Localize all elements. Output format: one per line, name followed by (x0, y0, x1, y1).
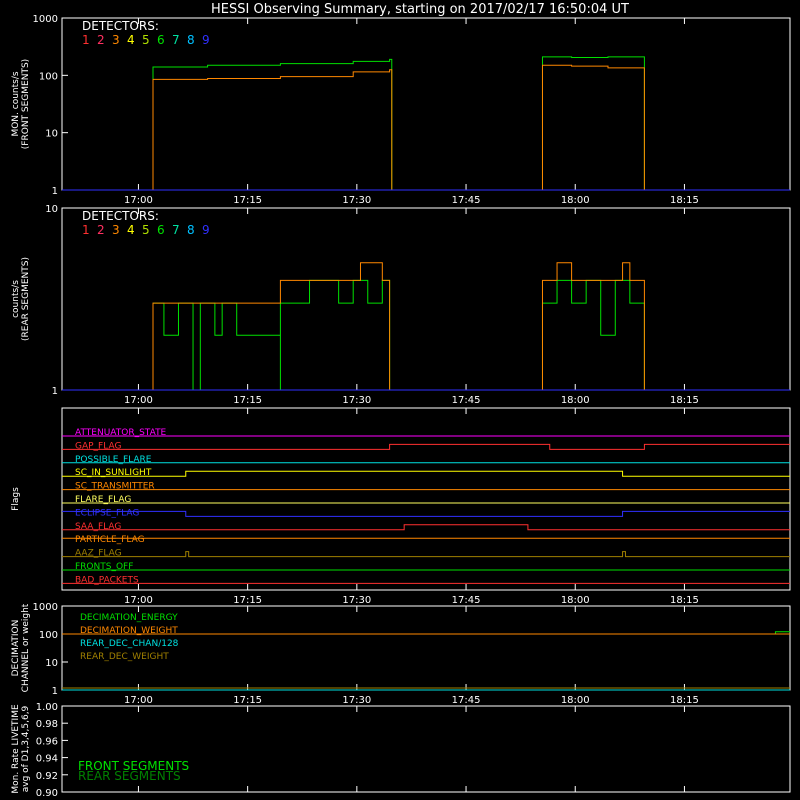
flag-line (62, 443, 790, 450)
legend-detector-5: 5 (142, 223, 150, 237)
decimation-legend-2: DECIMATION_WEIGHT (80, 626, 178, 636)
y-tick-label: 100 (39, 71, 58, 82)
x-tick-label: 17:00 (124, 395, 153, 406)
x-tick-label: 17:45 (452, 595, 481, 606)
y-tick-label: 0.98 (36, 719, 58, 730)
x-tick-label: 17:00 (124, 195, 153, 206)
legend-title: DETECTORS: (82, 209, 159, 223)
x-tick-label: 18:00 (561, 695, 590, 706)
y-tick-label: 0.94 (36, 754, 58, 765)
y-axis-label-front: (FRONT SEGMENTS) (21, 59, 31, 149)
x-tick-label: 18:00 (561, 595, 590, 606)
y-tick-label: 10 (45, 658, 58, 669)
x-tick-label: 17:45 (452, 195, 481, 206)
x-tick-label: 18:00 (561, 195, 590, 206)
y-axis-label-decimation: CHANNEL or weight (21, 603, 31, 692)
series-line-rear (62, 279, 790, 391)
y-axis-label-livetime: Mon. Rate LIVETIME (11, 704, 21, 794)
series-line-front (62, 64, 790, 191)
legend-detector-3: 3 (112, 33, 120, 47)
legend-detector-7: 7 (172, 33, 180, 47)
decimation-legend-4: REAR_DEC_WEIGHT (80, 652, 169, 662)
x-tick-label: 18:15 (670, 395, 699, 406)
y-tick-label: 0.92 (36, 771, 58, 782)
y-axis-label-flags: Flags (11, 487, 21, 511)
x-tick-label: 17:15 (233, 695, 262, 706)
x-tick-label: 17:30 (342, 195, 371, 206)
livetime-legend-2: REAR SEGMENTS (78, 769, 181, 783)
legend-detector-9: 9 (202, 223, 210, 237)
x-tick-label: 18:00 (561, 395, 590, 406)
x-tick-label: 17:45 (452, 395, 481, 406)
legend-detector-7: 7 (172, 223, 180, 237)
y-tick-label: 1 (52, 186, 58, 197)
x-tick-label: 18:15 (670, 695, 699, 706)
legend-detector-4: 4 (127, 223, 135, 237)
x-tick-label: 17:30 (342, 695, 371, 706)
series-line-rear (62, 262, 790, 391)
legend-detector-2: 2 (97, 33, 105, 47)
legend-detector-4: 4 (127, 33, 135, 47)
y-tick-label: 100 (39, 630, 58, 641)
legend-detector-5: 5 (142, 33, 150, 47)
decimation-legend-1: DECIMATION_ENERGY (80, 613, 178, 623)
flag-line (62, 551, 790, 558)
legend-detector-3: 3 (112, 223, 120, 237)
x-tick-label: 17:00 (124, 595, 153, 606)
flag-line (62, 524, 790, 531)
flag-line (62, 510, 790, 517)
chart-title: HESSI Observing Summary, starting on 201… (211, 2, 629, 17)
legend-detector-1: 1 (82, 223, 90, 237)
x-tick-label: 18:15 (670, 595, 699, 606)
panel-frame-3 (61, 407, 791, 591)
y-axis-label-rear: counts/s (11, 280, 21, 318)
series-line-front (62, 56, 790, 191)
legend-detector-1: 1 (82, 33, 90, 47)
x-tick-label: 17:30 (342, 595, 371, 606)
legend-detector-8: 8 (187, 223, 195, 237)
legend-detector-6: 6 (157, 33, 165, 47)
y-tick-label: 10 (45, 129, 58, 140)
y-tick-label: 1 (52, 686, 58, 697)
y-tick-label: 0.96 (36, 736, 58, 747)
y-tick-label: 10 (45, 204, 58, 215)
y-tick-label: 0.90 (36, 788, 58, 799)
legend-title: DETECTORS: (82, 19, 159, 33)
y-axis-label-front: MON. counts/s (11, 71, 21, 136)
y-tick-label: 1.00 (36, 702, 58, 713)
legend-detector-6: 6 (157, 223, 165, 237)
legend-detector-8: 8 (187, 33, 195, 47)
flag-line (62, 470, 790, 477)
decimation-legend-3: REAR_DEC_CHAN/128 (80, 639, 179, 649)
x-tick-label: 17:15 (233, 595, 262, 606)
flag-label: PARTICLE_FLAG (75, 535, 145, 545)
y-axis-label-decimation: DECIMATION (11, 620, 21, 677)
hessi-summary-chart: HESSI Observing Summary, starting on 201… (11, 2, 791, 799)
x-tick-label: 17:30 (342, 395, 371, 406)
y-tick-label: 1000 (33, 14, 58, 25)
y-axis-label-rear: (REAR SEGMENTS) (21, 257, 31, 341)
legend-detector-9: 9 (202, 33, 210, 47)
y-axis-label-livetime: avg of D1,3,4,5,6,9 (21, 705, 31, 792)
y-tick-label: 1000 (33, 602, 58, 613)
y-tick-label: 1 (52, 386, 58, 397)
x-tick-label: 17:00 (124, 695, 153, 706)
x-tick-label: 17:15 (233, 395, 262, 406)
x-tick-label: 17:45 (452, 695, 481, 706)
x-tick-label: 17:15 (233, 195, 262, 206)
flag-label: ECLIPSE_FLAG (75, 508, 139, 518)
legend-detector-2: 2 (97, 223, 105, 237)
x-tick-label: 18:15 (670, 195, 699, 206)
